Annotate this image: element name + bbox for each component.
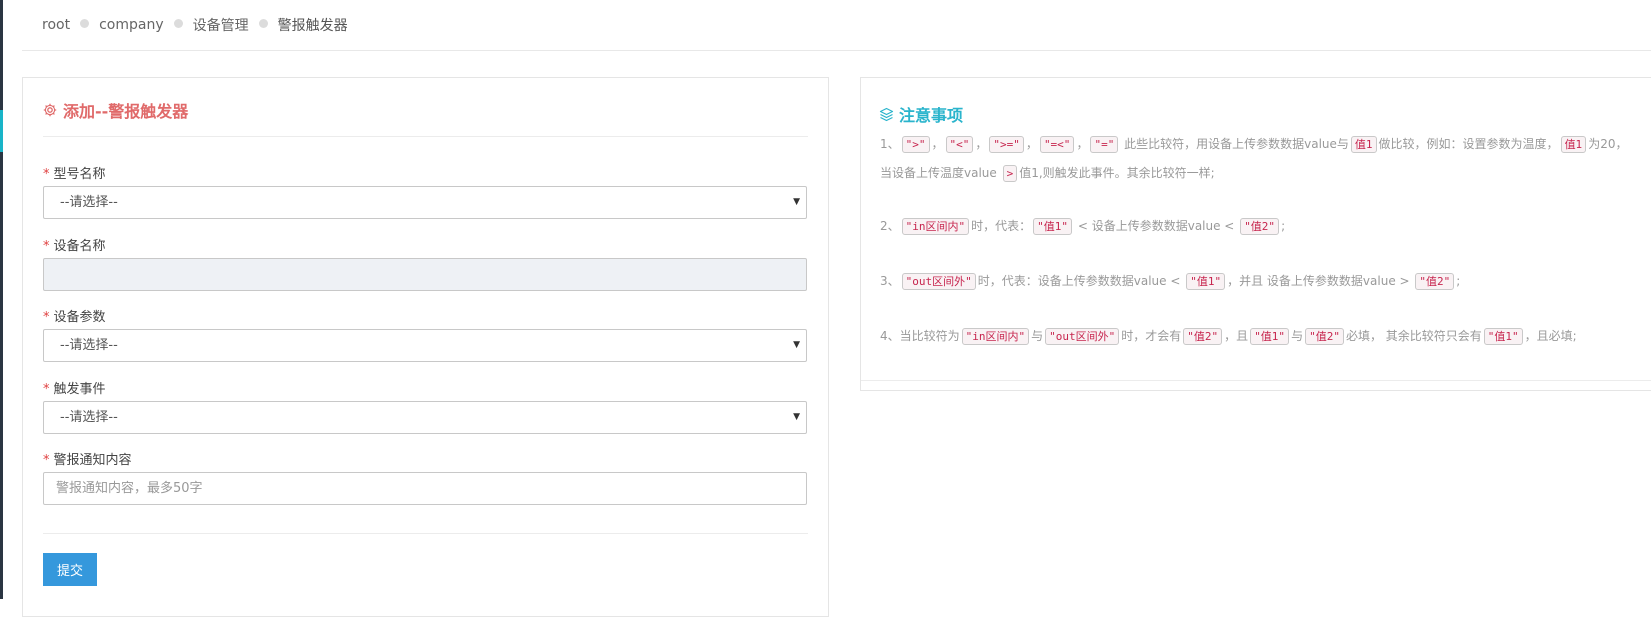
code-tag: "out区间外" [1045, 328, 1120, 345]
divider [43, 136, 808, 137]
submit-button[interactable]: 提交 [43, 553, 97, 586]
form-title-text: 添加--警报触发器 [63, 102, 189, 121]
code-tag: "=" [1090, 136, 1119, 153]
alarm-content-label-text: 警报通知内容 [53, 453, 132, 468]
notes-panel: 注意事项 1、 ">"， "<"， ">="， "=<"， "=" 此些比较符，用设备上传… [860, 77, 1651, 391]
note-text: 值1,则触发此事件。其余比较符一样; [1019, 166, 1215, 180]
note-text: 必填， 其余比较符只会有 [1345, 329, 1482, 343]
code-tag: "值1" [1186, 273, 1226, 290]
note-text: ， [1025, 137, 1038, 151]
note-text: ; [1281, 219, 1286, 233]
note-text: ; [1456, 274, 1461, 288]
code-tag: "值1" [1033, 218, 1073, 235]
model-name-select[interactable]: --请选择-- ▼ [43, 186, 807, 219]
note-text: 4、当比较符为 [880, 329, 960, 343]
code-tag: "in区间内" [961, 328, 1030, 345]
device-param-label: * 设备参数 [43, 306, 106, 325]
code-tag: ">" [901, 136, 930, 153]
trigger-event-select-value: --请选择-- [60, 410, 118, 425]
left-sidebar-edge [0, 0, 3, 599]
device-name-label: * 设备名称 [43, 235, 106, 254]
device-param-select-value: --请选择-- [60, 338, 118, 353]
note-text: 时，代表： [971, 219, 1032, 233]
trigger-event-label: * 触发事件 [43, 378, 106, 397]
note-text: ， [1076, 137, 1089, 151]
note-text: ，且 [1224, 329, 1249, 343]
alarm-content-input[interactable] [43, 472, 807, 505]
device-name-label-text: 设备名称 [53, 239, 106, 254]
code-tag: "in区间内" [901, 218, 970, 235]
alarm-content-label: * 警报通知内容 [43, 449, 132, 468]
code-tag: "out区间外" [901, 273, 976, 290]
breadcrumb-separator-icon [258, 18, 268, 28]
code-tag: "值2" [1183, 328, 1223, 345]
code-tag: "=<" [1039, 136, 1075, 153]
note-text: 此些比较符，用设备上传参数数据value与 [1120, 137, 1349, 151]
caret-down-icon: ▼ [793, 412, 800, 422]
required-marker: * [43, 239, 50, 254]
device-param-label-text: 设备参数 [53, 310, 106, 325]
note-2: 2、 "in区间内" 时，代表： "值1" < 设备上传参数数据value < "值2… [880, 212, 1630, 241]
code-tag: > [1002, 165, 1018, 182]
form-title: 添加--警报触发器 [43, 98, 188, 122]
note-text: ， [931, 137, 944, 151]
code-tag: ">=" [989, 136, 1024, 153]
caret-down-icon: ▼ [793, 340, 800, 350]
note-text: 时，才会有 [1121, 329, 1182, 343]
code-tag: "值2" [1415, 273, 1455, 290]
code-tag: "值1" [1250, 328, 1290, 345]
code-tag: 值1 [1560, 136, 1587, 153]
note-3: 3、 "out区间外" 时，代表：设备上传参数数据value < "值1" ，并且 设… [880, 267, 1630, 296]
code-tag: 值1 [1350, 136, 1377, 153]
gear-icon [43, 103, 57, 117]
model-name-select-value: --请选择-- [60, 195, 118, 210]
model-name-label-text: 型号名称 [53, 167, 106, 182]
code-tag: "值2" [1305, 328, 1344, 345]
note-4: 4、当比较符为 "in区间内" 与 "out区间外" 时，才会有 "值2" ，且 "值1" 与 "… [880, 322, 1630, 351]
trigger-event-label-text: 触发事件 [53, 382, 106, 397]
breadcrumb-item-device-management[interactable]: 设备管理 [193, 15, 249, 35]
notes-title: 注意事项 [879, 102, 963, 126]
note-text: 与 [1291, 329, 1304, 343]
note-text: < 设备上传参数数据value < [1074, 219, 1239, 233]
sidebar-active-indicator [0, 110, 3, 152]
divider [43, 533, 808, 534]
note-text: 做比较，例如：设置参数为温度， [1378, 137, 1559, 151]
notes-title-text: 注意事项 [899, 106, 964, 125]
divider [861, 380, 1651, 381]
breadcrumb-item-company[interactable]: company [99, 17, 164, 33]
required-marker: * [43, 167, 50, 182]
breadcrumb-separator-icon [173, 18, 183, 28]
caret-down-icon: ▼ [793, 197, 800, 207]
breadcrumb: root company 设备管理 警报触发器 [22, 0, 1651, 51]
add-alarm-trigger-panel: 添加--警报触发器 * 型号名称 --请选择-- ▼ * 设备名称 * 设备参数 --… [22, 77, 829, 617]
breadcrumb-item-alarm-trigger: 警报触发器 [277, 18, 348, 34]
device-name-field[interactable] [43, 258, 807, 291]
trigger-event-select[interactable]: --请选择-- ▼ [43, 401, 807, 434]
code-tag: "值2" [1240, 218, 1280, 235]
code-tag: "值1" [1483, 328, 1523, 345]
layers-icon [879, 107, 894, 121]
required-marker: * [43, 453, 50, 468]
breadcrumb-item-root[interactable]: root [42, 17, 70, 33]
required-marker: * [43, 382, 50, 397]
note-text: ，且必填; [1524, 329, 1577, 343]
device-param-select[interactable]: --请选择-- ▼ [43, 329, 807, 362]
note-text: 3、 [880, 274, 900, 288]
code-tag: "<" [945, 136, 974, 153]
note-1: 1、 ">"， "<"， ">="， "=<"， "=" 此些比较符，用设备上传参数数据v… [880, 130, 1630, 188]
model-name-label: * 型号名称 [43, 163, 106, 182]
note-text: 与 [1031, 329, 1044, 343]
note-text: ，并且 设备上传参数数据value > [1227, 274, 1414, 288]
required-marker: * [43, 310, 50, 325]
note-text: 时，代表：设备上传参数数据value < [977, 274, 1185, 288]
note-text: ， [975, 137, 988, 151]
note-text: 2、 [880, 219, 900, 233]
breadcrumb-separator-icon [80, 18, 90, 28]
note-text: 1、 [880, 137, 900, 151]
